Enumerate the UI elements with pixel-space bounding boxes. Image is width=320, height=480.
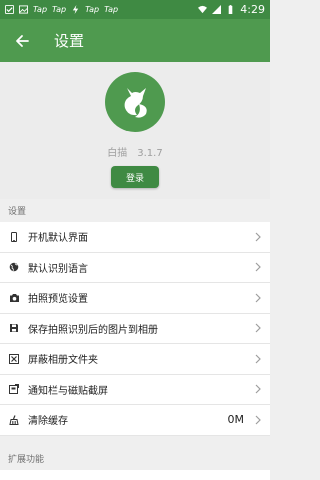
tap-notification: Tap bbox=[85, 5, 100, 14]
lightning-icon bbox=[72, 5, 79, 14]
list-item-block-album-folder[interactable]: 屏蔽相册文件夹 bbox=[0, 344, 270, 375]
list-item-clear-cache[interactable]: 清除缓存 0M bbox=[0, 405, 270, 436]
chevron-right-icon bbox=[250, 323, 266, 333]
tap-notification: Tap bbox=[104, 5, 119, 14]
checkbox-icon bbox=[5, 5, 14, 14]
cat-logo-shape bbox=[124, 88, 147, 118]
item-label: 默认识别语言 bbox=[28, 263, 88, 275]
chevron-right-icon bbox=[250, 354, 266, 364]
cat-logo-icon bbox=[105, 72, 165, 132]
section-header-extensions: 扩展功能 bbox=[8, 454, 45, 465]
screenshot-icon bbox=[0, 384, 28, 395]
back-button[interactable] bbox=[4, 19, 40, 62]
list-item-default-language[interactable]: 默认识别语言 bbox=[0, 252, 270, 283]
tap-notification: Tap bbox=[33, 5, 48, 14]
page-title: 设置 bbox=[54, 32, 85, 50]
app-info-card: 白描 3.1.7 登录 bbox=[0, 62, 270, 199]
login-button[interactable]: 登录 bbox=[111, 166, 159, 188]
list-item-photo-preview[interactable]: 拍照预览设置 bbox=[0, 283, 270, 314]
extension-list-start bbox=[0, 470, 270, 480]
settings-list: 开机默认界面 默认识别语言 拍照预览设置 保存拍照识别后的图片到相册 屏蔽相册文… bbox=[0, 222, 270, 436]
status-time: 4:29 bbox=[240, 3, 265, 16]
app-version: 3.1.7 bbox=[137, 148, 163, 159]
camera-icon bbox=[0, 293, 28, 303]
chevron-right-icon bbox=[250, 293, 266, 303]
broom-icon bbox=[0, 415, 28, 425]
item-label: 拍照预览设置 bbox=[28, 294, 88, 306]
battery-icon bbox=[228, 5, 233, 14]
cache-size-value: 0M bbox=[227, 413, 245, 427]
item-label: 清除缓存 bbox=[28, 416, 68, 428]
list-item-notification-screenshot[interactable]: 通知栏与磁贴截屏 bbox=[0, 374, 270, 405]
item-label: 屏蔽相册文件夹 bbox=[28, 355, 98, 367]
chevron-right-icon bbox=[250, 262, 266, 272]
app-name: 白描 bbox=[107, 148, 128, 159]
image-icon bbox=[19, 5, 28, 14]
globe-icon bbox=[0, 262, 28, 272]
phone-icon bbox=[0, 231, 28, 242]
item-label: 通知栏与磁贴截屏 bbox=[28, 385, 108, 397]
section-header-settings: 设置 bbox=[8, 206, 27, 217]
app-name-version: 白描 3.1.7 bbox=[0, 144, 270, 159]
item-label: 保存拍照识别后的图片到相册 bbox=[28, 324, 158, 336]
list-item-save-to-album[interactable]: 保存拍照识别后的图片到相册 bbox=[0, 313, 270, 344]
save-icon bbox=[0, 323, 28, 333]
tap-notification: Tap bbox=[52, 5, 67, 14]
arrow-left-icon bbox=[16, 34, 29, 47]
block-folder-icon bbox=[0, 353, 28, 364]
chevron-right-icon bbox=[250, 232, 266, 242]
status-system: 4:29 bbox=[198, 3, 265, 16]
wifi-icon bbox=[198, 5, 208, 14]
status-bar: Tap Tap Tap Tap 4:29 bbox=[0, 0, 270, 19]
toolbar: 设置 bbox=[0, 19, 270, 62]
list-item-boot-default-screen[interactable]: 开机默认界面 bbox=[0, 222, 270, 253]
chevron-right-icon bbox=[250, 415, 266, 425]
signal-icon bbox=[212, 5, 222, 14]
chevron-right-icon bbox=[250, 384, 266, 394]
item-label: 开机默认界面 bbox=[28, 233, 88, 245]
status-notifications: Tap Tap Tap Tap bbox=[5, 5, 198, 14]
